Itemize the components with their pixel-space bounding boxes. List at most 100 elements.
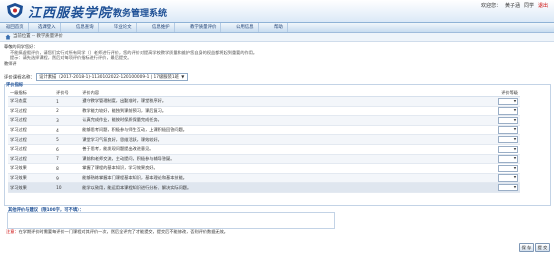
system-title: 教务管理系统 <box>113 9 168 19</box>
nav-item-teaching-evaluation[interactable]: 教学质量评价 <box>186 23 222 32</box>
table-row: 学习效果 9 能够熟练掌握本门课程基本知识，基本理论和基本技能。 ▼ <box>8 173 520 184</box>
row-content: 能学以致用，能运用本课程知识进行分析、解决实际问题。 <box>80 182 306 193</box>
user-name: 黄子涵 <box>504 3 520 9</box>
header-content: 评价内容 <box>80 89 306 97</box>
course-selector-row: 评价课程名称： 设计素描（2017-2018-1)-1130102022-120… <box>4 73 189 81</box>
row-number: 3 <box>54 115 81 126</box>
chevron-down-icon: ▼ <box>513 175 517 180</box>
grade-select[interactable]: ▼ <box>498 107 518 115</box>
school-logo-icon <box>7 3 23 18</box>
app-header: 江西服装学院 教务管理系统 欢迎您： 黄子涵 同学 退出 <box>0 0 554 23</box>
grade-select[interactable]: ▼ <box>498 183 518 192</box>
row-content: 能够思考问题，积极参与师生互动，上课积极回答问题。 <box>80 125 306 136</box>
nav-item-public-info[interactable]: 公用信息 <box>232 23 259 32</box>
grade-select[interactable]: ▼ <box>498 116 518 125</box>
header-number: 评价号 <box>54 89 81 97</box>
grade-select[interactable]: ▼ <box>498 174 518 182</box>
evaluation-table: 一级指标 评价号 评价内容 评价等级 学习态度 1 遵守教学管理制度，出勤准时，… <box>8 89 520 193</box>
row-number: 10 <box>54 182 81 193</box>
course-select-value: 设计素描（2017-2018-1)-1130102022-120100009-1… <box>39 75 179 80</box>
grade-select[interactable]: ▼ <box>498 155 518 163</box>
row-number: 2 <box>54 106 81 117</box>
note-prefix: 注意： <box>6 229 19 234</box>
row-content: 教学能力较好，能独到课前预习，课后复习。 <box>80 106 306 117</box>
submit-button[interactable]: 提 交 <box>535 243 550 252</box>
row-number: 5 <box>54 134 81 145</box>
table-row: 学习效果 8 掌握了课程的基本知识，学习效果良好。 ▼ <box>8 163 520 174</box>
row-content: 课前和老师交流，主动提问，积极参与辅导答疑。 <box>80 154 306 165</box>
breadcrumb-text: 当前位置 -- 教学质量评价 <box>13 34 63 39</box>
header-category: 一级指标 <box>8 89 55 97</box>
logout-link[interactable]: 退出 <box>538 3 548 9</box>
table-header-row: 一级指标 评价号 评价内容 评价等级 <box>8 89 520 97</box>
chevron-down-icon: ▼ <box>513 108 517 113</box>
row-category: 学习态度 <box>8 96 55 107</box>
row-content: 遵守教学管理制度，出勤准时，课堂秩序好。 <box>80 96 306 107</box>
header-grade: 评价等级 <box>305 89 520 97</box>
row-category: 学习效果 <box>8 163 55 174</box>
user-role: 同学 <box>523 3 534 9</box>
save-button[interactable]: 保 存 <box>519 243 534 252</box>
note-text: 注意：在学期评价时需要每评价一门课程对其评价一次，然后全评完了才能提交，提交后不… <box>6 229 228 235</box>
chevron-down-icon: ▼ <box>513 156 517 161</box>
row-category: 学习效果 <box>8 173 55 184</box>
welcome-label: 欢迎您： <box>480 3 501 9</box>
section-title: 评价指标 <box>6 83 24 88</box>
row-number: 7 <box>54 154 81 165</box>
nav-item-help[interactable]: 帮助 <box>270 23 288 32</box>
course-label: 评价课程名称： <box>4 75 35 81</box>
course-select[interactable]: 设计素描（2017-2018-1)-1130102022-120100009-1… <box>36 73 189 81</box>
chevron-down-icon: ▼ <box>513 117 517 122</box>
row-number: 1 <box>54 96 81 107</box>
row-content: 掌握了课程的基本知识，学习效果良好。 <box>80 163 306 174</box>
main-nav: 返回首页 选课登入 信息查询 毕业论文 信息维护 教学质量评价 公用信息 帮助 <box>0 23 554 33</box>
nav-item-course-selection[interactable]: 选课登入 <box>34 23 61 32</box>
notice-text: 尊敬的同学您好： 不能搞虚假评价，请您们实行对所有同学（）老师进行评价，您的评价… <box>4 44 544 66</box>
table-row: 学习过程 5 课堂学习气氛良好，思维活跃，课效较好。 ▼ <box>8 134 520 145</box>
row-number: 4 <box>54 125 81 136</box>
table-row: 学习过程 4 能够思考问题，积极参与师生互动，上课积极回答问题。 ▼ <box>8 125 520 136</box>
chevron-down-icon: ▼ <box>513 127 517 132</box>
breadcrumb: 当前位置 -- 教学质量评价 <box>0 33 554 42</box>
row-content: 课堂学习气氛良好，思维活跃，课效较好。 <box>80 134 306 145</box>
comment-textarea[interactable] <box>7 212 335 229</box>
row-category: 学习过程 <box>8 106 55 117</box>
school-name-logo: 江西服装学院 <box>28 6 113 21</box>
table-row: 学习过程 6 善于思考，能发现问题提出改进意见。 ▼ <box>8 144 520 155</box>
row-content: 善于思考，能发现问题提出改进意见。 <box>80 144 306 155</box>
table-row: 学习效果 10 能学以致用，能运用本课程知识进行分析、解决实际问题。 ▼ <box>8 182 520 193</box>
row-category: 学习过程 <box>8 134 55 145</box>
chevron-down-icon: ▼ <box>513 98 517 103</box>
note-body: 在学期评价时需要每评价一门课程对其评价一次，然后全评完了才能提交，提交后不能修改… <box>18 229 228 234</box>
row-category: 学习效果 <box>8 182 55 193</box>
grade-select[interactable]: ▼ <box>498 126 518 134</box>
table-row: 学习过程 3 认真完成作业，能按时保质保量完成任务。 ▼ <box>8 115 520 126</box>
row-category: 学习过程 <box>8 115 55 126</box>
row-number: 6 <box>54 144 81 155</box>
nav-item-info-maintenance[interactable]: 信息维护 <box>148 23 175 32</box>
grade-select[interactable]: ▼ <box>498 97 518 106</box>
table-row: 学习过程 7 课前和老师交流，主动提问，积极参与辅导答疑。 ▼ <box>8 154 520 165</box>
table-row: 学习过程 2 教学能力较好，能独到课前预习，课后复习。 ▼ <box>8 106 520 117</box>
grade-select[interactable]: ▼ <box>498 164 518 173</box>
grade-select[interactable]: ▼ <box>498 145 518 154</box>
home-icon <box>5 34 11 40</box>
table-row: 学习态度 1 遵守教学管理制度，出勤准时，课堂秩序好。 ▼ <box>8 96 520 107</box>
notice-line-4: 教师评 <box>4 60 17 66</box>
nav-item-home[interactable]: 返回首页 <box>2 23 29 32</box>
chevron-down-icon: ▼ <box>513 165 517 170</box>
row-content: 能够熟练掌握本门课程基本知识，基本理论和基本技能。 <box>80 173 306 184</box>
user-area: 欢迎您： 黄子涵 同学 退出 <box>477 2 548 9</box>
chevron-down-icon: ▼ <box>181 74 185 79</box>
row-number: 9 <box>54 173 81 184</box>
chevron-down-icon: ▼ <box>513 136 517 141</box>
row-number: 8 <box>54 163 81 174</box>
row-content: 认真完成作业，能按时保质保量完成任务。 <box>80 115 306 126</box>
nav-item-info-query[interactable]: 信息查询 <box>72 23 99 32</box>
nav-item-thesis[interactable]: 毕业论文 <box>110 23 137 32</box>
chevron-down-icon: ▼ <box>513 146 517 151</box>
row-category: 学习过程 <box>8 144 55 155</box>
grade-select[interactable]: ▼ <box>498 135 518 144</box>
row-category: 学习过程 <box>8 154 55 165</box>
chevron-down-icon: ▼ <box>513 184 517 189</box>
